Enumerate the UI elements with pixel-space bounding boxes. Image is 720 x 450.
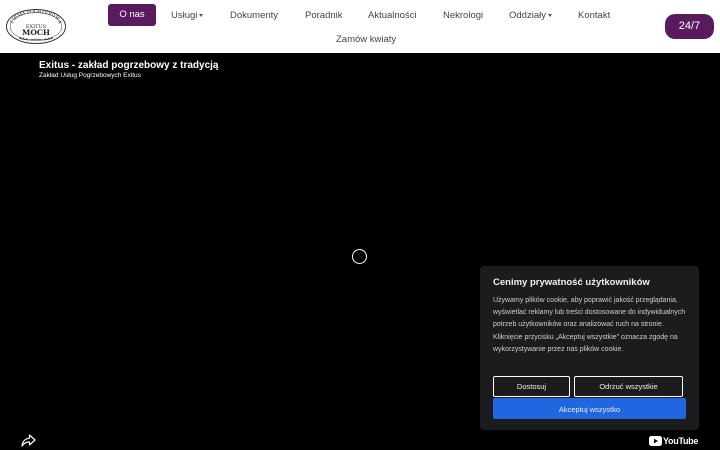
hotline-badge[interactable]: 24/7 [665, 14, 714, 39]
caret-down-icon [199, 13, 204, 17]
nav-item-label: Dokumenty [230, 10, 279, 21]
site-header: FIRMA POGRZEBOWA EXITUS MOCH O nas Usług… [0, 0, 720, 53]
cookie-consent-panel: Cenimy prywatność użytkowników Używamy p… [480, 266, 699, 430]
nav-item-poradnik[interactable]: Poradnik [305, 10, 343, 21]
youtube-wordmark: YouTube [663, 436, 699, 446]
nav-item-label: Oddziały [509, 10, 546, 21]
svg-text:MOCH: MOCH [22, 28, 50, 37]
logo-emblem-icon: FIRMA POGRZEBOWA EXITUS MOCH [6, 9, 66, 44]
nav-item-nekrologi[interactable]: Nekrologi [443, 10, 483, 21]
company-logo[interactable]: FIRMA POGRZEBOWA EXITUS MOCH [5, 8, 67, 45]
reject-all-button[interactable]: Odrzuć wszystkie [574, 376, 683, 397]
nav-item-label: Usługi [171, 10, 198, 21]
nav-item-label: Poradnik [305, 10, 343, 21]
cookie-description: Używamy plików cookie, aby poprawić jako… [493, 297, 686, 353]
caret-down-icon [547, 13, 552, 17]
video-title[interactable]: Exitus - zakład pogrzebowy z tradycją [39, 60, 219, 72]
loading-spinner-icon [352, 249, 367, 264]
nav-item-kontakt[interactable]: Kontakt [578, 10, 610, 21]
youtube-play-icon [649, 436, 662, 446]
nav-item-o-nas[interactable]: O nas [108, 4, 156, 26]
main-nav: O nas Usługi Dokumenty Poradnik Aktualno… [100, 4, 630, 50]
share-arrow-icon[interactable] [21, 434, 36, 447]
nav-item-zamow-kwiaty[interactable]: Zamów kwiaty [336, 34, 396, 45]
nav-item-label: Aktualności [368, 10, 417, 21]
customize-button[interactable]: Dostosuj [493, 376, 570, 397]
nav-item-oddzialy[interactable]: Oddziały [509, 10, 552, 21]
nav-item-label: O nas [119, 9, 145, 20]
nav-item-aktualnosci[interactable]: Aktualności [368, 10, 417, 21]
nav-item-label: Nekrologi [443, 10, 484, 21]
video-channel[interactable]: Zakład Usług Pogrzebowych Exitus [39, 72, 141, 80]
accept-all-button[interactable]: Akceptuj wszystko [493, 398, 686, 419]
youtube-logo[interactable]: YouTube [649, 435, 698, 447]
nav-item-label: Zamów kwiaty [336, 34, 397, 45]
cookie-title: Cenimy prywatność użytkowników [493, 277, 650, 288]
nav-item-dokumenty[interactable]: Dokumenty [230, 10, 278, 21]
nav-item-label: Kontakt [578, 10, 611, 21]
nav-item-uslugi[interactable]: Usługi [171, 10, 204, 21]
